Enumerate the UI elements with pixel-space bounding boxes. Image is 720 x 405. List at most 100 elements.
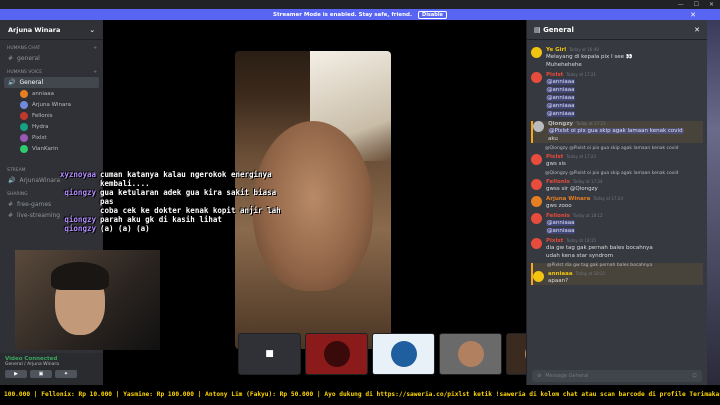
overlay-text: kembali.... — [100, 179, 150, 188]
plus-icon[interactable]: ⊕ — [537, 373, 541, 379]
avatar[interactable] — [531, 47, 542, 58]
screen-share-icon[interactable]: ▣ — [30, 370, 52, 378]
hash-icon: # — [8, 55, 14, 62]
message-text: @anniaaa — [546, 95, 576, 101]
avatar — [323, 341, 350, 367]
voice-user[interactable]: anniaaa — [20, 88, 103, 99]
participant-tile[interactable]: ■ — [238, 333, 301, 375]
emoji-icon[interactable]: ☺ — [692, 373, 697, 379]
minimize-icon[interactable]: — — [678, 0, 684, 9]
chat-message[interactable]: Arjuna Winara Today at 17:24 gws zooo — [531, 196, 703, 210]
message-timestamp: Today at 17:23 — [575, 121, 606, 126]
voice-user-name: Arjuna Winara — [32, 101, 71, 108]
chat-message[interactable]: @Pixlst dia gw tag gak pernah bales boca… — [531, 263, 703, 285]
message-input[interactable]: ⊕ Message General ☺ — [532, 370, 702, 382]
overlay-username — [30, 179, 96, 188]
chat-message[interactable]: Fellonis Today at 18:12 @anniaaa @anniaaa — [531, 213, 703, 235]
reply-preview[interactable]: @Qiongzy @Pixlst oi pix gua skip agak la… — [545, 171, 703, 176]
overlay-username — [30, 206, 96, 215]
close-icon[interactable]: ✕ — [690, 11, 696, 19]
voice-user-name: VianKarin — [32, 145, 59, 152]
chat-message[interactable]: Pixlst Today at 17:21 @anniaaa @anniaaa @ann… — [531, 72, 703, 118]
message-timestamp: Today at 17:23 — [566, 154, 596, 159]
streamer-hair — [51, 262, 109, 290]
chat-message[interactable]: @Qiongzy @Pixlst oi pix gua skip agak la… — [531, 146, 703, 168]
close-icon[interactable]: ✕ — [694, 26, 700, 34]
participant-tile[interactable] — [439, 333, 502, 375]
message-list: Ye Girl Today at 16:48 Melayang di kepala … — [527, 40, 707, 285]
message-text: apaan? — [548, 278, 569, 284]
voice-user[interactable]: Pixlst — [20, 132, 103, 143]
avatar[interactable] — [533, 121, 544, 132]
channel-label: General — [19, 79, 44, 86]
overlay-text: (a) (a) (a) — [100, 224, 150, 233]
message-text: Muhehehehe — [546, 62, 582, 68]
avatar[interactable] — [531, 179, 542, 190]
message-text: Melayang di kepala pix I see 👀 — [546, 54, 633, 60]
category-voice[interactable]: HUMANS VOICE + — [0, 64, 103, 77]
overlay-message: coba cek ke dokter kenak kopit anjir lah — [30, 206, 290, 215]
message-text: @anniaaa — [546, 103, 576, 109]
message-text: gws zooo — [546, 203, 572, 209]
voice-user[interactable]: Arjuna Winara — [20, 99, 103, 110]
chat-icon: ▤ — [534, 25, 544, 34]
avatar[interactable] — [531, 213, 542, 224]
server-name: Arjuna Winara — [8, 25, 61, 34]
participant-tile[interactable] — [372, 333, 435, 375]
channel-general-voice[interactable]: 🔊 General — [4, 77, 99, 88]
server-header[interactable]: Arjuna Winara ⌄ — [0, 20, 103, 40]
overlay-username: xyznoyaa — [59, 170, 96, 179]
overlay-message: xyznoyaa cuman katanya kalau ngerokok ene… — [30, 170, 290, 179]
plus-icon[interactable]: + — [93, 70, 97, 75]
chat-message[interactable]: Ye Girl Today at 16:48 Melayang di kepala … — [531, 47, 703, 69]
speaker-icon: 🔊 — [8, 177, 16, 184]
category-label: SHARING — [7, 192, 28, 197]
chat-message[interactable]: @Qiongzy @Pixlst oi pix gua skip agak la… — [531, 171, 703, 193]
avatar[interactable] — [531, 238, 542, 249]
disable-button[interactable]: Disable — [418, 10, 447, 19]
reply-preview[interactable]: @Qiongzy @Pixlst oi pix gua skip agak la… — [545, 146, 703, 151]
overlay-message: qiongzy (a) (a) (a) — [30, 224, 290, 233]
donation-ticker: 100.000 | Fellonix: Rp 10.000 | Yasmine:… — [0, 385, 720, 405]
overlay-message: qiongzy parah aku gk di kasih lihat — [30, 215, 290, 224]
voice-user[interactable]: Fellonis — [20, 110, 103, 121]
chat-panel: ▤ General ✕ Ye Girl Today at 16:48 Melayan… — [526, 20, 707, 385]
activity-icon[interactable]: ✦ — [55, 370, 77, 378]
reply-preview[interactable]: @Pixlst dia gw tag gak pernah bales boca… — [547, 263, 703, 268]
chat-title: General — [543, 25, 574, 34]
voice-user-name: Fellonis — [32, 112, 53, 119]
message-timestamp: Today at 18:21 — [575, 271, 606, 276]
avatar[interactable] — [533, 271, 544, 282]
voice-user-list: anniaaa Arjuna Winara Fellonis Hydra Pixlst V… — [0, 88, 103, 154]
category-chat[interactable]: HUMANS CHAT + — [0, 40, 103, 53]
camera-icon[interactable]: ▶ — [5, 370, 27, 378]
voice-user[interactable]: VianKarin — [20, 143, 103, 154]
voice-user-name: Hydra — [32, 123, 49, 130]
speaker-icon: 🔊 — [8, 79, 16, 86]
avatar[interactable] — [531, 72, 542, 83]
voice-user[interactable]: Hydra — [20, 121, 103, 132]
message-timestamp: Today at 17:24 — [593, 196, 623, 201]
maximize-icon[interactable]: ☐ — [694, 0, 699, 9]
overlay-username: qiongzy — [64, 188, 96, 197]
close-window-icon[interactable]: ✕ — [709, 0, 714, 9]
message-timestamp: Today at 18:12 — [572, 213, 603, 218]
message-text: @anniaaa — [546, 79, 576, 85]
participant-tile[interactable] — [305, 333, 368, 375]
plus-icon[interactable]: + — [93, 46, 97, 51]
message-timestamp: Today at 17:24 — [572, 179, 603, 184]
hash-icon: # — [8, 201, 14, 208]
chat-message[interactable]: Qiongzy Today at 17:23 @Pixlst oi pix gua … — [531, 121, 703, 143]
message-placeholder: Message General — [545, 373, 589, 379]
message-timestamp: Today at 17:21 — [566, 72, 596, 77]
avatar[interactable] — [531, 154, 542, 165]
avatar[interactable] — [531, 196, 542, 207]
camera-icon: ■ — [265, 349, 274, 359]
avatar — [20, 111, 28, 120]
chat-message[interactable]: Pixlst Today at 18:15 dia gw tag gak perna… — [531, 238, 703, 260]
category-label: STREAM — [7, 168, 26, 173]
channel-general-text[interactable]: # general — [4, 53, 99, 64]
avatar — [457, 341, 484, 367]
channel-label: general — [17, 55, 40, 62]
hash-icon: # — [8, 212, 14, 219]
